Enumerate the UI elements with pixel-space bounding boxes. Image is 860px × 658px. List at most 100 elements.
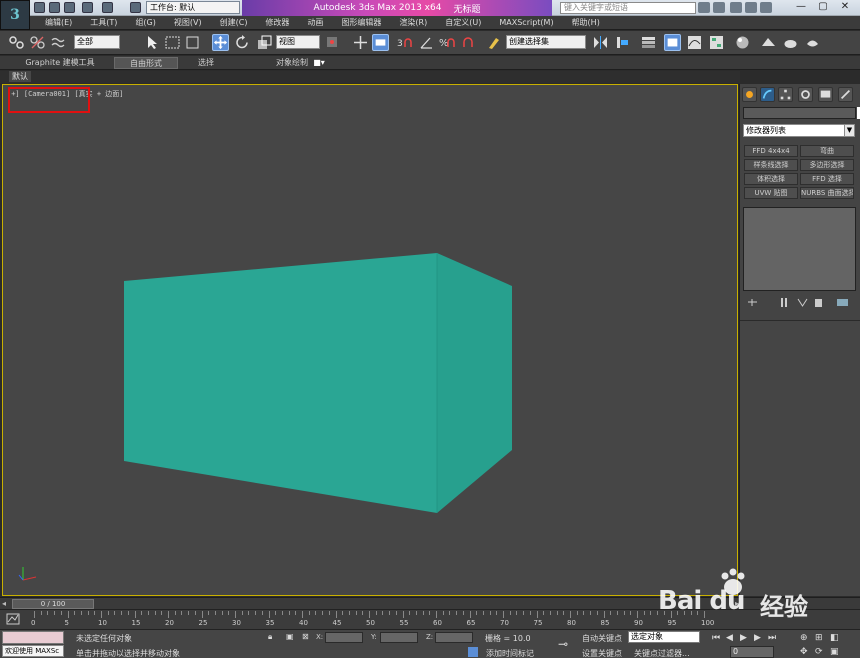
maximize-button[interactable]: ▢ — [812, 0, 834, 15]
add-time-tag[interactable]: 添加时间标记 — [486, 648, 534, 658]
key-filters-button[interactable]: 关键点过滤器... — [634, 648, 690, 658]
menu-animation[interactable]: 动画 — [298, 17, 332, 28]
object-name-field[interactable] — [743, 107, 856, 119]
welcome-text[interactable]: 欢迎使用 MAXSc — [2, 645, 64, 657]
field-of-view-icon[interactable]: ◧ — [830, 633, 841, 643]
isolate-selection-icon[interactable]: ▣ — [286, 632, 294, 641]
menu-tools[interactable]: 工具(T) — [81, 17, 126, 28]
maxscript-listener-mini[interactable] — [2, 631, 64, 644]
menu-graph-editors[interactable]: 图形编辑器 — [332, 17, 390, 28]
ribbon-options-button[interactable]: ■▾ — [310, 57, 328, 69]
configure-sets-icon[interactable] — [836, 297, 849, 308]
go-to-end-icon[interactable]: ⏭ — [768, 633, 779, 643]
align-icon[interactable] — [614, 34, 631, 51]
previous-frame-icon[interactable]: ◀ — [726, 633, 737, 643]
menu-edit[interactable]: 编辑(E) — [36, 17, 81, 28]
orbit-icon[interactable]: ⟳ — [815, 647, 826, 657]
display-tab-icon[interactable] — [818, 87, 833, 102]
next-frame-icon-2[interactable]: ▶ — [754, 633, 765, 643]
save-icon[interactable] — [64, 2, 75, 13]
modifier-button-nurbs-select[interactable]: NURBS 曲面选择 — [800, 187, 854, 199]
z-coordinate-field[interactable] — [435, 632, 473, 643]
create-tab-icon[interactable] — [742, 87, 757, 102]
render-production-icon[interactable] — [804, 34, 821, 51]
modifier-button-ffd[interactable]: FFD 4x4x4 — [744, 145, 798, 157]
help-icon[interactable] — [760, 2, 772, 13]
transform-type-icon[interactable]: ⊠ — [302, 632, 309, 641]
menu-rendering[interactable]: 渲染(R) — [390, 17, 436, 28]
edit-named-selection-icon[interactable] — [486, 34, 503, 51]
chevron-down-icon[interactable]: ▼ — [844, 124, 855, 137]
time-slider-thumb[interactable]: 0 / 100 — [12, 599, 94, 609]
box-side-face[interactable] — [437, 253, 512, 513]
maximize-viewport-icon[interactable]: ▣ — [830, 647, 841, 657]
key-selection-dropdown[interactable]: 选定对象 — [628, 631, 700, 643]
modify-tab-icon[interactable] — [760, 87, 775, 102]
pan-icon[interactable]: ✥ — [800, 647, 811, 657]
modifier-button-bend[interactable]: 弯曲 — [800, 145, 854, 157]
mirror-icon[interactable] — [592, 34, 609, 51]
modifier-button-poly-select[interactable]: 多边形选择 — [800, 159, 854, 171]
hold-icon[interactable] — [130, 2, 141, 13]
menu-customize[interactable]: 自定义(U) — [436, 17, 490, 28]
box-front-face[interactable] — [124, 253, 437, 513]
modifier-button-ffd-select[interactable]: FFD 选择 — [800, 173, 854, 185]
material-editor-icon[interactable] — [734, 34, 751, 51]
modifier-list-dropdown[interactable]: 修改器列表 — [743, 124, 855, 137]
select-and-move-icon[interactable] — [212, 34, 229, 51]
select-object-icon[interactable] — [144, 34, 161, 51]
add-time-tag-icon[interactable] — [468, 647, 478, 657]
open-file-icon[interactable] — [49, 2, 60, 13]
rendered-frame-icon[interactable] — [782, 34, 799, 51]
snaps-toggle-icon[interactable]: 3 — [396, 34, 413, 51]
play-icon[interactable]: ▶ — [740, 633, 751, 643]
menu-create[interactable]: 创建(C) — [211, 17, 257, 28]
select-and-scale-icon[interactable] — [256, 34, 273, 51]
layer-manager-icon[interactable] — [640, 34, 657, 51]
menu-maxscript[interactable]: MAXScript(M) — [490, 18, 562, 27]
communication-icon[interactable] — [730, 2, 742, 13]
search-input[interactable]: 键入关键字或短语 — [560, 2, 696, 14]
utilities-tab-icon[interactable] — [838, 87, 853, 102]
select-and-link-icon[interactable] — [8, 34, 25, 51]
angle-snap-icon[interactable] — [418, 34, 435, 51]
menu-help[interactable]: 帮助(H) — [563, 17, 609, 28]
undo-icon[interactable] — [82, 2, 93, 13]
named-selection-dropdown[interactable]: 创建选择集 — [506, 35, 586, 49]
unlink-icon[interactable] — [29, 34, 46, 51]
modifier-stack[interactable] — [743, 207, 856, 291]
workspace-select[interactable]: 工作台: 默认 — [146, 1, 240, 14]
reference-coordinate-dropdown[interactable]: 视图 — [276, 35, 320, 49]
mini-curve-editor-icon[interactable] — [6, 612, 20, 626]
redo-icon[interactable] — [102, 2, 113, 13]
pin-stack-icon[interactable] — [746, 297, 759, 308]
motion-tab-icon[interactable] — [798, 87, 813, 102]
render-setup-icon[interactable] — [760, 34, 777, 51]
tab-selection[interactable]: 选择 — [186, 57, 226, 69]
lock-selection-icon[interactable]: 🔒︎ — [268, 632, 272, 642]
app-logo[interactable]: 3 — [0, 0, 30, 30]
subscription-icon[interactable] — [713, 2, 725, 13]
current-frame-field[interactable]: 0 — [730, 646, 774, 658]
select-by-name-icon[interactable] — [164, 34, 181, 51]
selection-filter-dropdown[interactable]: 全部 — [74, 35, 120, 49]
x-coordinate-field[interactable] — [325, 632, 363, 643]
go-to-start-icon[interactable]: ⏮ — [712, 633, 723, 643]
modifier-button-volume-select[interactable]: 体积选择 — [744, 173, 798, 185]
set-key-button[interactable]: 设置关键点 — [582, 648, 622, 658]
zoom-icon[interactable]: ⊕ — [800, 633, 811, 643]
close-button[interactable]: ✕ — [834, 0, 856, 15]
modifier-button-uvw-map[interactable]: UVW 贴图 — [744, 187, 798, 199]
modifier-button-spline-select[interactable]: 样条线选择 — [744, 159, 798, 171]
select-manipulate-icon[interactable] — [352, 34, 369, 51]
remove-modifier-icon[interactable] — [812, 297, 825, 308]
ribbon-default-label[interactable]: 默认 — [9, 71, 31, 82]
rect-selection-icon[interactable] — [184, 34, 201, 51]
graphite-toggle-icon[interactable] — [664, 34, 681, 51]
menu-group[interactable]: 组(G) — [126, 17, 164, 28]
show-end-result-icon[interactable] — [778, 297, 791, 308]
curve-editor-icon[interactable] — [686, 34, 703, 51]
camera-viewport[interactable]: [+] [Camera001] [真实 + 边面] — [2, 84, 738, 596]
tab-graphite-modeling[interactable]: Graphite 建模工具 — [20, 57, 100, 69]
search-icon[interactable] — [698, 2, 710, 13]
